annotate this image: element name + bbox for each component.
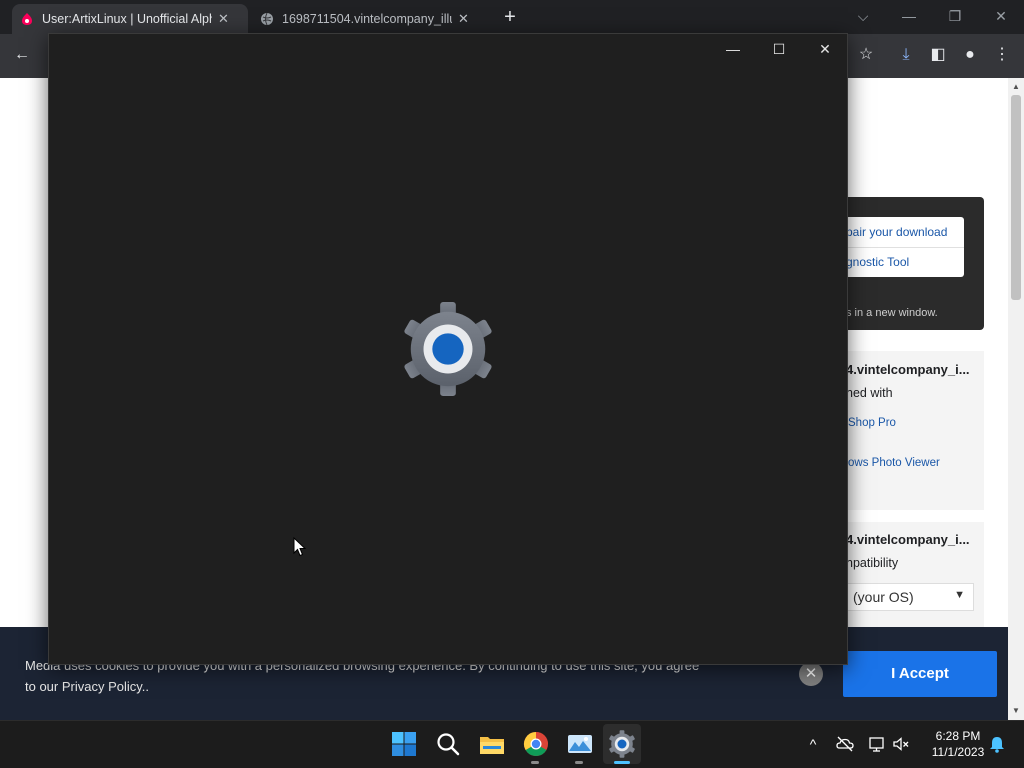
- new-tab-button[interactable]: +: [498, 5, 522, 29]
- notification-bell-icon[interactable]: [987, 734, 1007, 754]
- scroll-down-arrow-icon[interactable]: ▼: [1008, 704, 1024, 718]
- settings-icon[interactable]: [607, 729, 637, 759]
- cookie-text-line2: to our Privacy Policy..: [25, 679, 150, 694]
- download-icon[interactable]: ⤓: [895, 44, 917, 66]
- running-indicator: [531, 761, 539, 764]
- splash-maximize-button[interactable]: ☐: [767, 38, 791, 60]
- volume-muted-icon[interactable]: [891, 734, 911, 754]
- clock-time: 6:28 PM: [935, 729, 981, 743]
- tab-close-icon[interactable]: ✕: [218, 11, 229, 27]
- active-indicator: [614, 761, 630, 764]
- globe-icon: [261, 12, 273, 26]
- search-icon[interactable]: [433, 729, 463, 759]
- browser-restore-button[interactable]: ❐: [935, 4, 975, 28]
- tab-artixlinux[interactable]: User:ArtixLinux | Unofficial Alpha ✕: [12, 4, 248, 34]
- card-title: 4.vintelcompany_i...: [846, 532, 970, 547]
- side-panel-icon[interactable]: ◧: [927, 44, 949, 66]
- back-arrow-icon[interactable]: ←: [11, 44, 33, 66]
- scroll-up-arrow-icon[interactable]: ▲: [1008, 80, 1024, 94]
- splash-minimize-button[interactable]: —: [721, 38, 745, 60]
- onedrive-offline-icon[interactable]: [835, 734, 855, 754]
- tab-title: User:ArtixLinux | Unofficial Alpha: [42, 12, 212, 26]
- mouse-cursor-icon: [293, 537, 307, 557]
- taskbar-clock[interactable]: 6:28 PM 11/1/2023: [918, 728, 998, 760]
- clock-date: 11/1/2023: [931, 745, 985, 759]
- browser-close-button[interactable]: ✕: [981, 4, 1021, 28]
- diagnostic-tool-link[interactable]: gnostic Tool: [846, 255, 909, 269]
- photos-icon[interactable]: [565, 729, 595, 759]
- file-explorer-icon[interactable]: [477, 729, 507, 759]
- tab-vintelcompany[interactable]: 1698711504.vintelcompany_illus ✕: [252, 4, 488, 34]
- profile-icon[interactable]: ●: [959, 44, 981, 66]
- card-title: 4.vintelcompany_i...: [846, 362, 970, 377]
- cookie-close-icon[interactable]: ✕: [799, 662, 823, 686]
- app-link-paintshop[interactable]: Shop Pro: [848, 417, 896, 429]
- repair-download-link[interactable]: pair your download: [846, 225, 947, 239]
- os-select[interactable]: (your OS) ▼: [844, 583, 974, 611]
- divider: [840, 247, 964, 248]
- tab-search-dropdown-icon[interactable]: ⌵: [843, 4, 883, 28]
- bookmark-star-icon[interactable]: ☆: [855, 44, 877, 66]
- splash-close-button[interactable]: ✕: [813, 38, 837, 60]
- chrome-icon[interactable]: [521, 729, 551, 759]
- tab-title: 1698711504.vintelcompany_illus: [282, 12, 452, 26]
- network-icon[interactable]: [867, 734, 887, 754]
- os-select-value: (your OS): [853, 589, 914, 605]
- app-link-photo-viewer[interactable]: ows Photo Viewer: [848, 457, 940, 469]
- tray-chevron-up-icon[interactable]: ^: [803, 734, 823, 754]
- new-window-note: s in a new window.: [846, 307, 938, 319]
- card-subtitle: ned with: [846, 386, 893, 400]
- accept-cookies-button[interactable]: I Accept: [843, 651, 997, 697]
- fandom-icon: [22, 13, 32, 25]
- running-indicator: [575, 761, 583, 764]
- browser-minimize-button[interactable]: —: [889, 4, 929, 28]
- scrollbar-thumb[interactable]: [1011, 95, 1021, 300]
- card-subtitle: npatibility: [846, 556, 899, 570]
- tab-close-icon[interactable]: ✕: [458, 11, 469, 27]
- windows-start-icon[interactable]: [389, 729, 419, 759]
- settings-gear-icon: [404, 301, 492, 397]
- menu-kebab-icon[interactable]: ⋮: [991, 44, 1013, 66]
- chevron-down-icon: ▼: [954, 589, 965, 601]
